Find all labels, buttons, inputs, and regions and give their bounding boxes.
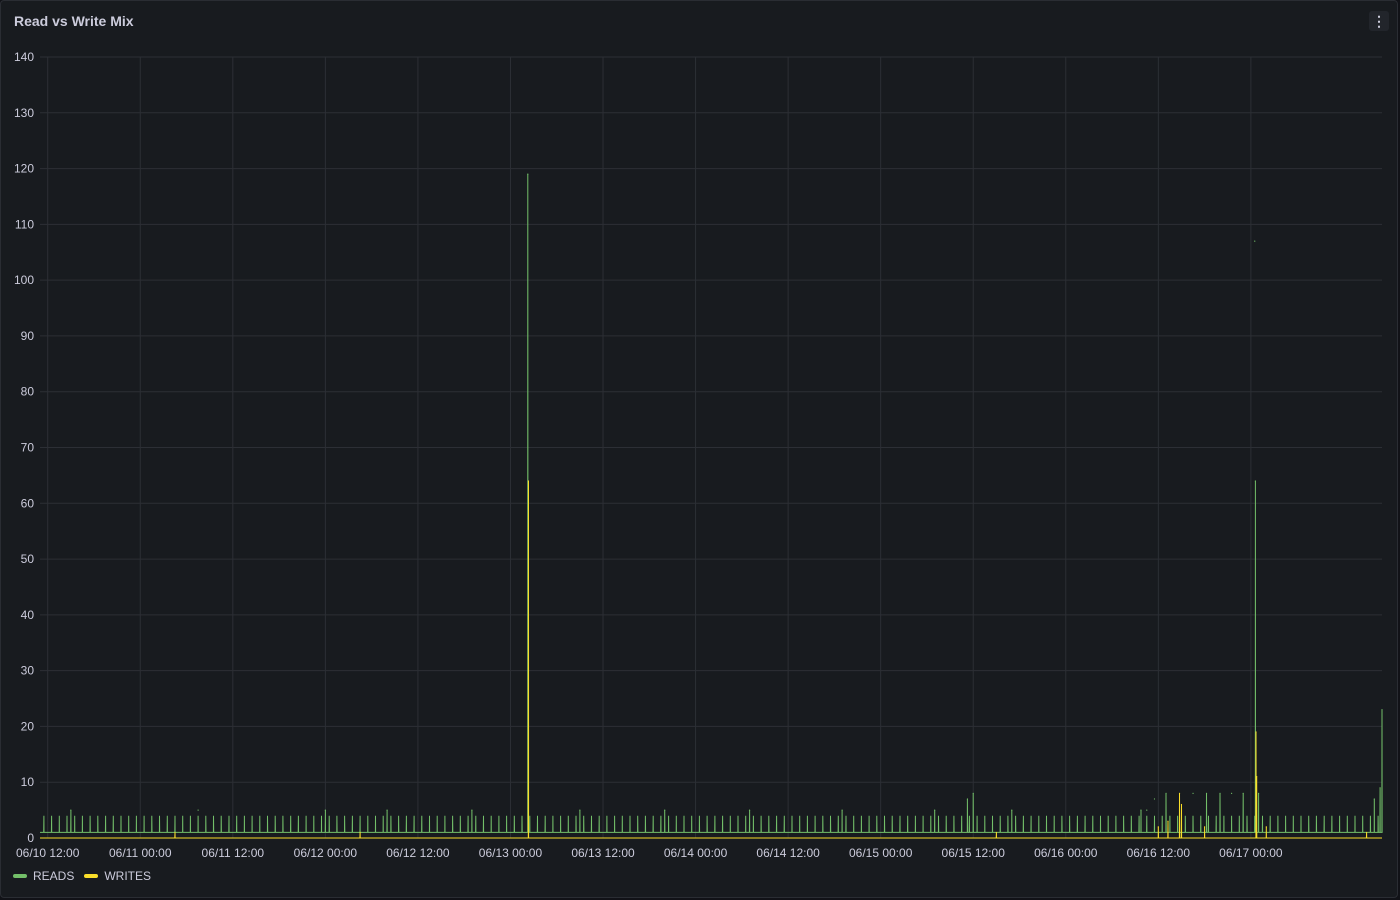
x-tick-label: 06/13 12:00	[571, 846, 635, 860]
legend-swatch-reads	[13, 874, 27, 878]
writes-point	[1255, 731, 1257, 733]
x-tick-label: 06/14 12:00	[756, 846, 820, 860]
reads-point	[1381, 709, 1383, 711]
chart-grid	[40, 56, 1382, 839]
legend-label-writes: WRITES	[104, 869, 152, 883]
reads-point	[966, 798, 969, 800]
reads-point	[471, 809, 473, 811]
legend-label-reads: READS	[33, 869, 75, 883]
y-tick-label: 110	[15, 217, 34, 231]
reads-point	[1011, 809, 1013, 811]
y-axis: 0 10 20 30 40 50 60 70 80 90 100 110 120 130 140	[14, 50, 34, 845]
reads-point	[1146, 809, 1148, 811]
reads-point	[386, 809, 388, 811]
y-tick-label: 30	[21, 664, 35, 678]
y-tick-label: 100	[14, 273, 34, 287]
x-tick-label: 06/11 00:00	[109, 846, 172, 860]
y-tick-label: 140	[14, 50, 34, 64]
reads-point	[972, 792, 974, 794]
reads-point	[1257, 792, 1260, 794]
y-tick-label: 120	[14, 162, 34, 176]
reads-point	[324, 809, 326, 811]
y-tick-label: 130	[14, 106, 34, 120]
y-tick-label: 20	[21, 719, 35, 733]
x-tick-label: 06/12 12:00	[386, 846, 450, 860]
y-tick-label: 0	[27, 831, 34, 845]
x-tick-label: 06/11 12:00	[202, 846, 265, 860]
reads-point	[197, 809, 199, 811]
reads-point	[579, 809, 581, 811]
series-writes	[40, 480, 1382, 839]
x-tick-label: 06/13 00:00	[479, 846, 543, 860]
writes-point	[1265, 826, 1267, 828]
reads-point	[1379, 787, 1381, 789]
writes-point	[1157, 826, 1159, 828]
x-tick-label: 06/12 00:00	[294, 846, 358, 860]
legend-item-writes[interactable]: WRITES	[84, 869, 151, 883]
reads-point	[1165, 792, 1167, 794]
x-axis: 06/10 12:00 06/11 00:00 06/11 12:00 06/12 0…	[16, 846, 1283, 860]
writes-point	[1180, 803, 1183, 806]
writes-point	[1204, 826, 1206, 828]
reads-point	[1254, 480, 1256, 482]
reads-point	[1254, 240, 1256, 242]
legend-item-reads[interactable]: READS	[13, 869, 74, 883]
reads-point	[1192, 792, 1194, 794]
writes-point	[1256, 776, 1258, 778]
reads-point	[1153, 798, 1156, 800]
reads-point	[1140, 809, 1142, 811]
reads-point	[841, 809, 843, 811]
y-tick-label: 60	[21, 496, 35, 510]
x-tick-label: 06/17 00:00	[1219, 846, 1283, 860]
y-tick-label: 40	[21, 608, 35, 622]
y-tick-label: 70	[21, 441, 35, 455]
writes-point	[1167, 820, 1169, 822]
writes-point	[1178, 792, 1181, 794]
writes-point	[174, 831, 176, 834]
reads-point	[664, 809, 666, 811]
reads-point	[1219, 792, 1221, 794]
reads-point	[1205, 792, 1208, 794]
y-tick-label: 50	[21, 552, 35, 566]
y-tick-label: 10	[21, 775, 35, 789]
writes-point	[527, 480, 530, 482]
reads-point	[1231, 792, 1233, 794]
reads-point	[1373, 798, 1375, 800]
y-tick-label: 90	[21, 329, 35, 343]
writes-point	[359, 831, 361, 834]
x-tick-label: 06/16 12:00	[1127, 846, 1191, 860]
x-tick-label: 06/16 00:00	[1034, 846, 1098, 860]
x-tick-label: 06/10 12:00	[16, 846, 80, 860]
legend-swatch-writes	[84, 874, 99, 878]
writes-point	[995, 831, 997, 834]
reads-point	[70, 809, 72, 811]
y-tick-label: 80	[21, 385, 35, 399]
reads-point	[527, 173, 529, 175]
time-series-chart[interactable]: 0 10 20 30 40 50 60 70 80 90 100 110 120 130 140 06/10…	[0, 0, 1400, 900]
x-tick-label: 06/14 00:00	[664, 846, 728, 860]
x-tick-label: 06/15 00:00	[849, 846, 913, 860]
writes-point	[1365, 831, 1368, 834]
reads-point	[1242, 792, 1244, 794]
reads-point	[934, 809, 936, 811]
reads-point	[748, 809, 751, 811]
chart-legend: READS WRITES	[13, 869, 151, 883]
writes-line	[40, 480, 1382, 839]
x-tick-label: 06/15 12:00	[942, 846, 1006, 860]
